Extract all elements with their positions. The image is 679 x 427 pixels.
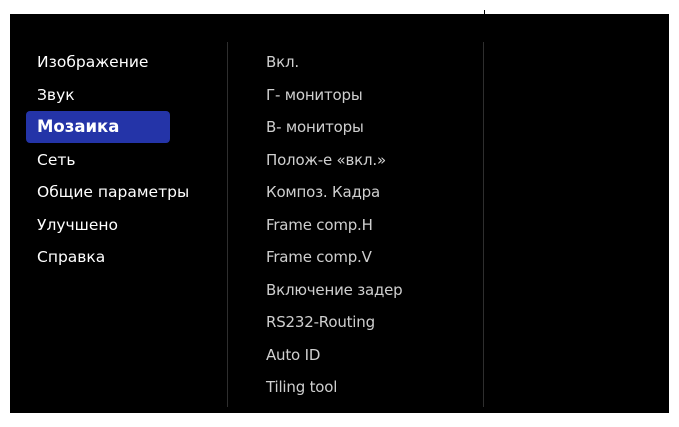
main-menu-item-network[interactable]: Сеть [26,144,226,177]
submenu-item-switch-on-delay[interactable]: Включение задер [266,274,476,307]
osd-menu-screen: Изображение Звук Мозаика Сеть Общие пара… [10,14,669,413]
submenu-item-frame-comp-h[interactable]: Frame comp.H [266,209,476,242]
main-menu-item-advanced[interactable]: Улучшено [26,209,226,242]
tiling-submenu: Вкл. Г- мониторы В- мониторы Полож-е «вк… [266,46,476,404]
submenu-item-auto-id[interactable]: Auto ID [266,339,476,372]
submenu-item-position[interactable]: Полож-е «вкл.» [266,144,476,177]
submenu-item-v-monitors[interactable]: В- мониторы [266,111,476,144]
main-menu-item-sound[interactable]: Звук [26,79,226,112]
main-menu-item-help[interactable]: Справка [26,241,226,274]
submenu-item-frame-comp[interactable]: Композ. Кадра [266,176,476,209]
main-menu-item-image[interactable]: Изображение [26,46,226,79]
submenu-item-rs232-routing[interactable]: RS232-Routing [266,306,476,339]
main-menu-item-tiling[interactable]: Мозаика [26,111,170,143]
submenu-item-tiling-tool[interactable]: Tiling tool [266,371,476,404]
column-divider-right [483,42,484,407]
submenu-item-h-monitors[interactable]: Г- мониторы [266,79,476,112]
submenu-item-enable[interactable]: Вкл. [266,46,476,79]
main-menu-item-general-settings[interactable]: Общие параметры [26,176,226,209]
main-menu: Изображение Звук Мозаика Сеть Общие пара… [26,46,226,274]
submenu-item-frame-comp-v[interactable]: Frame comp.V [266,241,476,274]
column-divider-left [227,42,228,407]
